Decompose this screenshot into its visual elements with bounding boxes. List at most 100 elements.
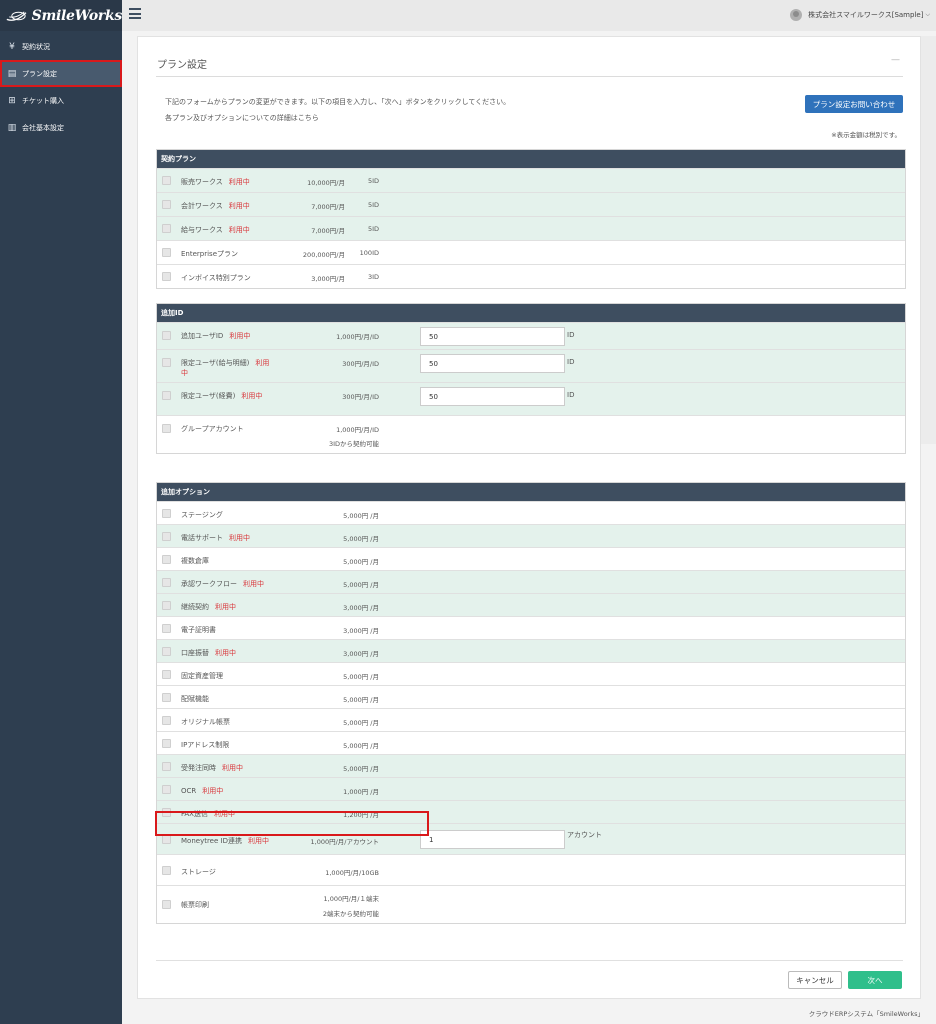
item-id-count: 5ID <box>367 225 379 233</box>
item-note: 2端末から契約可能 <box>322 910 379 918</box>
item-label: OCR 利用中 <box>181 786 223 796</box>
additional-options-section: 追加オプション ステージング 5,000円 /月 電話サポート 利用中 5,000円 /… <box>156 482 906 924</box>
option-row: 口座振替 利用中 3,000円 /月 <box>157 639 905 662</box>
item-label: 配賦機能 <box>181 694 209 704</box>
item-id-count: 5ID <box>367 201 379 209</box>
item-checkbox[interactable] <box>162 647 171 656</box>
item-price: 200,000円/月 <box>302 251 345 259</box>
item-price: 1,000円/月/10GB <box>325 869 379 877</box>
unit-label: ID <box>567 331 575 339</box>
item-checkbox[interactable] <box>162 670 171 679</box>
item-checkbox[interactable] <box>162 248 171 257</box>
item-checkbox[interactable] <box>162 866 171 875</box>
sidebar-item-contract-status[interactable]: ¥ 契約状況 <box>0 33 122 60</box>
yen-icon: ¥ <box>9 41 15 52</box>
section-heading: 追加オプション <box>157 483 905 501</box>
item-checkbox[interactable] <box>162 224 171 233</box>
sidebar: SmileWorks ¥ 契約状況 ▤ プラン設定 ⊞ チケット購入 ▥ 会社基本設定 <box>0 0 122 1024</box>
option-row: 受発注同時 利用中 5,000円 /月 <box>157 754 905 777</box>
item-label: オリジナル帳票 <box>181 717 230 727</box>
item-label: 電子証明書 <box>181 625 216 635</box>
item-label: 口座振替 利用中 <box>181 648 236 658</box>
tax-note: ※表示金額は税別です。 <box>831 131 901 139</box>
option-row: 承認ワークフロー 利用中 5,000円 /月 <box>157 570 905 593</box>
item-label: 電話サポート 利用中 <box>181 533 250 543</box>
sidebar-item-company-settings[interactable]: ▥ 会社基本設定 <box>0 114 122 141</box>
item-price: 5,000円 /月 <box>343 512 379 520</box>
item-checkbox[interactable] <box>162 785 171 794</box>
item-checkbox[interactable] <box>162 331 171 340</box>
unit-label: ID <box>567 391 575 399</box>
item-checkbox[interactable] <box>162 808 171 817</box>
sidebar-item-plan-settings[interactable]: ▤ プラン設定 <box>0 60 122 87</box>
ticket-icon: ⊞ <box>8 95 16 106</box>
item-checkbox[interactable] <box>162 762 171 771</box>
id-row: 追加ユーザID 利用中 1,000円/月/ID ID <box>157 322 905 349</box>
item-checkbox[interactable] <box>162 601 171 610</box>
plan-row: インボイス特別プラン 3,000円/月 3ID <box>157 264 905 288</box>
item-id-count: 100ID <box>359 249 379 257</box>
item-price: 1,000円/月/ID <box>336 426 379 434</box>
background-strip <box>921 36 936 444</box>
plan-inquiry-button[interactable]: プラン設定お問い合わせ <box>805 95 903 113</box>
unit-label: アカウント <box>567 831 602 839</box>
collapse-icon[interactable]: — <box>891 55 900 65</box>
item-checkbox[interactable] <box>162 272 171 281</box>
item-label: インボイス特別プラン <box>181 273 251 283</box>
item-name: ストレージ <box>181 868 216 876</box>
item-checkbox[interactable] <box>162 739 171 748</box>
item-checkbox[interactable] <box>162 835 171 844</box>
item-price: 5,000円 /月 <box>343 581 379 589</box>
sidebar-item-ticket-purchase[interactable]: ⊞ チケット購入 <box>0 87 122 114</box>
item-checkbox[interactable] <box>162 200 171 209</box>
item-price: 3,000円 /月 <box>343 627 379 635</box>
item-checkbox[interactable] <box>162 693 171 702</box>
item-price: 3,000円 /月 <box>343 604 379 612</box>
item-checkbox[interactable] <box>162 555 171 564</box>
option-row: OCR 利用中 1,000円 /月 <box>157 777 905 800</box>
details-link[interactable]: 各プラン及びオプションについての詳細はこちら <box>165 113 319 123</box>
item-label: 受発注同時 利用中 <box>181 763 243 773</box>
next-button[interactable]: 次へ <box>848 971 902 989</box>
page-title: プラン設定 <box>157 60 207 71</box>
item-label: グループアカウント <box>181 424 244 434</box>
quantity-input[interactable] <box>420 327 565 346</box>
item-name: 限定ユーザ(給与明細) <box>181 359 250 367</box>
quantity-input[interactable] <box>420 830 565 849</box>
option-row: 電子証明書 3,000円 /月 <box>157 616 905 639</box>
quantity-input[interactable] <box>420 354 565 373</box>
option-row: 継続契約 利用中 3,000円 /月 <box>157 593 905 616</box>
item-label: IPアドレス制限 <box>181 740 229 750</box>
item-price: 1,000円/月/１端末 <box>323 895 380 903</box>
quantity-input[interactable] <box>420 387 565 406</box>
item-checkbox[interactable] <box>162 509 171 518</box>
option-row: ストレージ 1,000円/月/10GB <box>157 854 905 885</box>
item-checkbox[interactable] <box>162 624 171 633</box>
sidebar-item-label: 契約状況 <box>22 42 50 51</box>
item-checkbox[interactable] <box>162 424 171 433</box>
item-checkbox[interactable] <box>162 358 171 367</box>
item-checkbox[interactable] <box>162 900 171 909</box>
in-use-badge: 利用中 <box>215 603 236 611</box>
item-checkbox[interactable] <box>162 176 171 185</box>
item-name: インボイス特別プラン <box>181 274 251 282</box>
item-checkbox[interactable] <box>162 716 171 725</box>
in-use-badge: 利用中 <box>229 534 250 542</box>
menu-toggle-icon[interactable] <box>129 8 141 19</box>
item-checkbox[interactable] <box>162 391 171 400</box>
option-row: 複数倉庫 5,000円 /月 <box>157 547 905 570</box>
item-checkbox[interactable] <box>162 578 171 587</box>
item-price: 7,000円/月 <box>311 227 345 235</box>
id-row: 限定ユーザ(給与明細)利用中 300円/月/ID ID <box>157 349 905 382</box>
item-price: 300円/月/ID <box>342 360 379 368</box>
chevron-down-icon: ⌵ <box>925 11 930 18</box>
item-name: Enterpriseプラン <box>181 250 239 258</box>
plan-row: 会計ワークス 利用中 7,000円/月 5ID <box>157 192 905 216</box>
item-checkbox[interactable] <box>162 532 171 541</box>
item-label: 継続契約 利用中 <box>181 602 236 612</box>
in-use-badge: 利用中 <box>228 178 250 186</box>
logo[interactable]: SmileWorks <box>0 0 122 31</box>
user-menu[interactable]: 株式会社スマイルワークス[Sample] ⌵ <box>790 9 930 21</box>
cancel-button[interactable]: キャンセル <box>788 971 842 989</box>
item-name: 口座振替 <box>181 649 209 657</box>
